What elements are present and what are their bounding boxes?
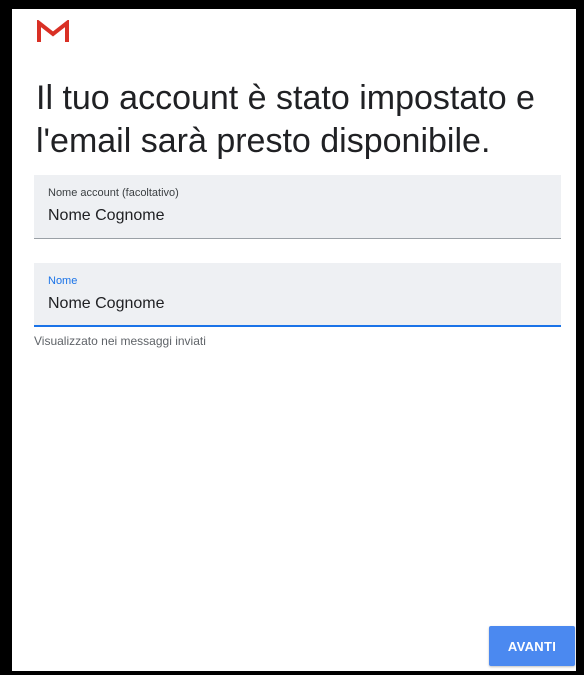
page-title: Il tuo account è stato impostato e l'ema… [36, 79, 535, 160]
name-helper-text: Visualizzato nei messaggi inviati [34, 334, 206, 348]
account-name-field[interactable]: Nome account (facoltativo) Nome Cognome [34, 175, 561, 239]
screen-border-top [0, 0, 584, 9]
next-button[interactable]: AVANTI [489, 626, 575, 666]
name-label: Nome [48, 275, 78, 287]
screen-border-bottom [0, 671, 584, 675]
screen-border-left [0, 0, 12, 675]
screen-border-right [576, 0, 584, 675]
account-name-label: Nome account (facoltativo) [48, 187, 179, 199]
name-value[interactable]: Nome Cognome [48, 295, 165, 313]
gmail-logo-icon [37, 20, 69, 42]
setup-screen: Il tuo account è stato impostato e l'ema… [12, 9, 576, 671]
account-name-value[interactable]: Nome Cognome [48, 207, 165, 225]
name-field[interactable]: Nome Nome Cognome [34, 263, 561, 327]
